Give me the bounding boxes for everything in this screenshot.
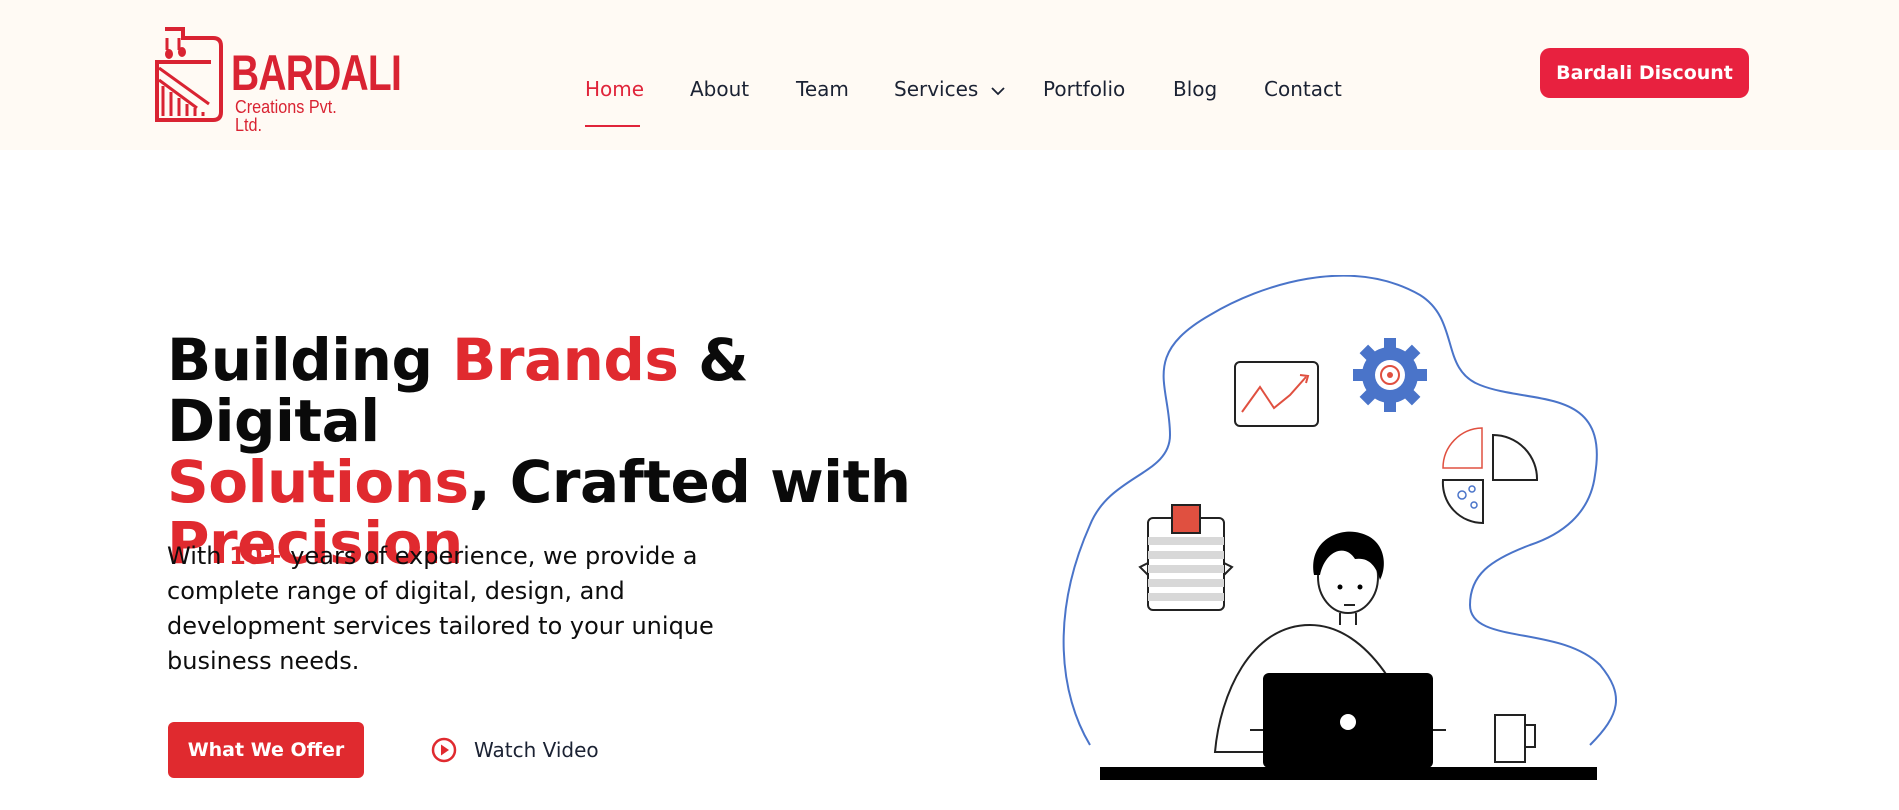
hero-title-highlight: Brands (452, 326, 679, 394)
logo-mark-icon (155, 27, 223, 122)
mug-icon (1494, 714, 1536, 763)
active-nav-indicator (585, 125, 640, 127)
watch-video-label: Watch Video (474, 738, 599, 762)
chevron-down-icon (991, 86, 1005, 95)
hero-desc-text: With (167, 542, 230, 570)
hero-title-highlight: Solutions (167, 448, 469, 516)
nav-item-blog[interactable]: Blog (1173, 76, 1217, 102)
nav-item-services[interactable]: Services (894, 76, 1005, 102)
nav-item-contact[interactable]: Contact (1264, 76, 1342, 102)
nav-item-team[interactable]: Team (796, 76, 849, 102)
watch-video-link[interactable]: Watch Video (430, 733, 599, 767)
nav-item-about[interactable]: About (690, 76, 749, 102)
nav-item-label: Home (585, 77, 645, 101)
site-header: BARDALI Creations Pvt. Ltd. Home About T… (0, 0, 1899, 150)
nav-item-label: Team (796, 77, 849, 101)
hero-illustration (1062, 275, 1617, 780)
nav-item-home[interactable]: Home (585, 76, 645, 127)
chart-card-icon (1234, 361, 1319, 427)
gear-icon (1353, 338, 1427, 412)
nav-item-portfolio[interactable]: Portfolio (1043, 76, 1125, 102)
play-circle-icon (431, 737, 457, 763)
desk (1100, 767, 1597, 780)
brand-logo[interactable]: BARDALI Creations Pvt. Ltd. (153, 24, 402, 134)
nav-item-label: Portfolio (1043, 77, 1126, 101)
hero-title-text: , Crafted with (468, 448, 912, 516)
pie-chart-icon (1441, 427, 1539, 525)
experience-highlight: 10+ (229, 542, 283, 570)
nav-item-label: Blog (1173, 77, 1218, 101)
hero-title-text: Building (167, 326, 453, 394)
brand-subtitle: Creations Pvt. Ltd. (235, 97, 337, 135)
nav-item-label: Contact (1264, 77, 1342, 101)
bardali-discount-button[interactable]: Bardali Discount (1540, 48, 1749, 98)
laptop-icon (1250, 673, 1446, 768)
what-we-offer-button[interactable]: What We Offer (168, 722, 364, 778)
hero-description: With 10+ years of experience, we provide… (167, 539, 727, 679)
nav-item-label: Services (894, 77, 979, 101)
hero-title: Building Brands & Digital Solutions, Cra… (167, 330, 947, 574)
brand-name: BARDALI (231, 45, 402, 101)
nav-item-label: About (690, 77, 750, 101)
document-icon (1138, 504, 1234, 611)
